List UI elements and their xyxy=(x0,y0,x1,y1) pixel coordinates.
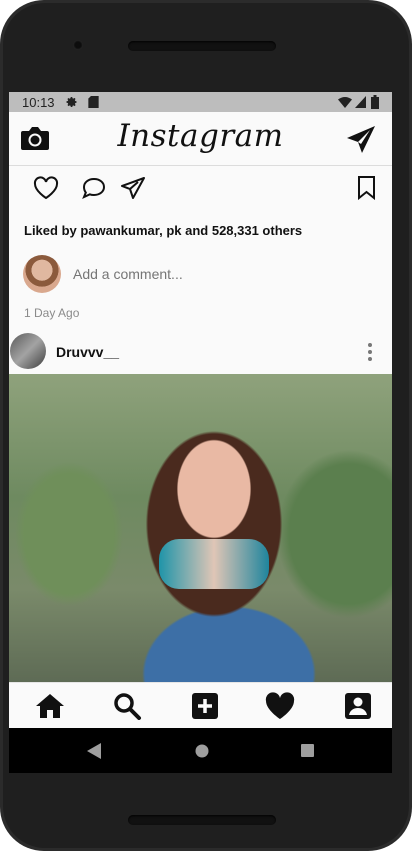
comment-icon[interactable] xyxy=(81,176,107,200)
app-bar: Instagram xyxy=(9,112,392,166)
post-username[interactable]: Druvvv__ xyxy=(56,344,119,360)
bottom-tab-bar xyxy=(9,682,392,729)
bottom-speaker xyxy=(128,815,276,825)
recents-icon[interactable] xyxy=(301,744,314,757)
signal-icon xyxy=(355,96,366,108)
more-vertical-icon[interactable] xyxy=(366,342,374,362)
screen: 10:13 Instagram Liked by pawankumar, pk … xyxy=(9,92,392,773)
send-icon[interactable] xyxy=(346,125,376,155)
front-camera xyxy=(73,40,83,50)
wifi-icon xyxy=(338,97,352,108)
bookmark-icon[interactable] xyxy=(357,175,376,200)
heart-outline-icon[interactable] xyxy=(33,176,59,200)
gear-icon xyxy=(66,97,77,108)
avatar xyxy=(23,255,61,293)
add-icon[interactable] xyxy=(190,692,220,720)
share-icon[interactable] xyxy=(120,176,146,200)
home-circle-icon[interactable] xyxy=(195,744,209,758)
likes-summary[interactable]: Liked by pawankumar, pk and 528,331 othe… xyxy=(24,223,302,238)
top-speaker xyxy=(128,41,276,51)
phone-frame: 10:13 Instagram Liked by pawankumar, pk … xyxy=(0,0,412,851)
back-icon[interactable] xyxy=(87,743,101,759)
post-image-detail xyxy=(159,539,269,589)
status-time: 10:13 xyxy=(22,95,55,110)
search-icon[interactable] xyxy=(112,692,142,720)
comment-input[interactable] xyxy=(71,265,335,283)
home-icon[interactable] xyxy=(35,692,65,720)
battery-icon xyxy=(371,95,379,109)
heart-icon[interactable] xyxy=(265,692,295,720)
post-timestamp: 1 Day Ago xyxy=(24,306,80,320)
avatar[interactable] xyxy=(10,333,46,369)
post-actions xyxy=(9,166,392,210)
post-image[interactable] xyxy=(9,374,392,682)
app-title: Instagram xyxy=(117,118,284,154)
post-header: Druvvv__ xyxy=(9,329,392,373)
sd-card-icon xyxy=(88,96,99,108)
status-bar: 10:13 xyxy=(9,92,392,112)
profile-icon[interactable] xyxy=(343,692,373,720)
system-nav-bar xyxy=(9,728,392,773)
